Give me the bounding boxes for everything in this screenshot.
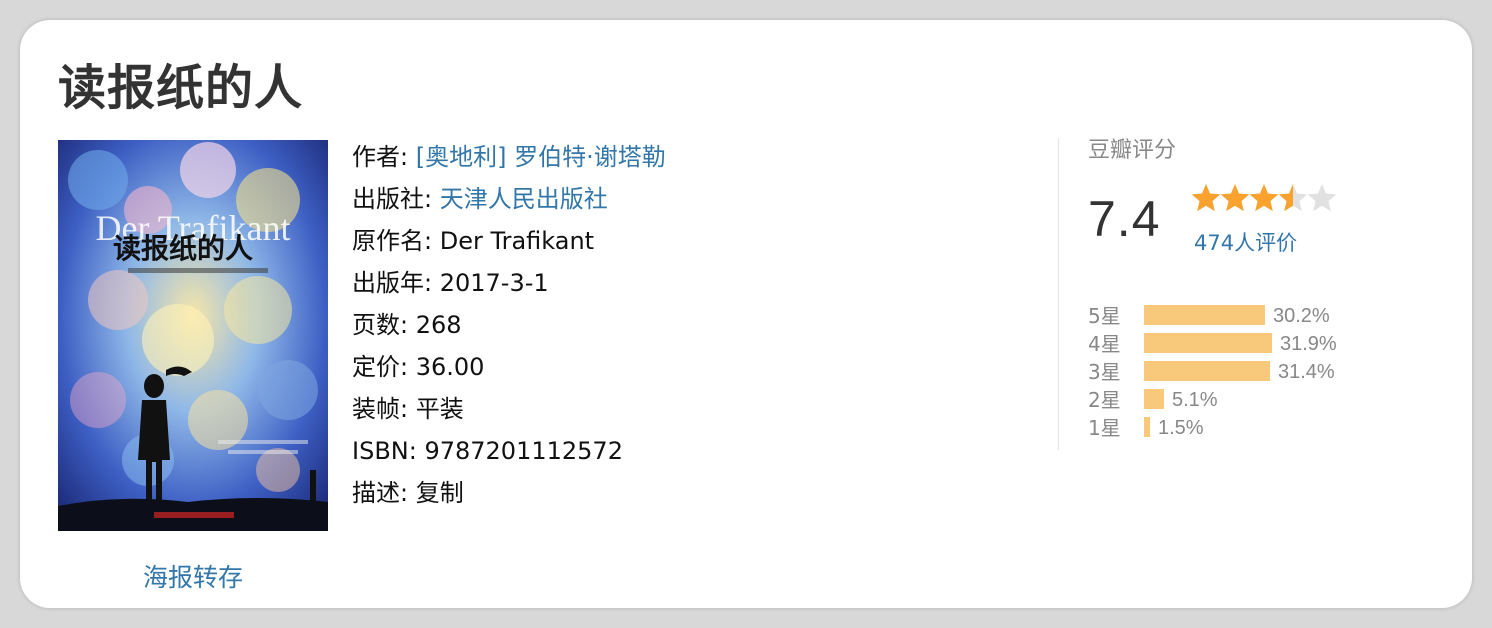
distribution-bar — [1144, 333, 1272, 353]
publisher-label: 出版社: — [352, 185, 440, 213]
star-icon — [1220, 184, 1250, 212]
info-original-title: 原作名: Der Trafikant — [352, 220, 666, 262]
distribution-percent: 31.9% — [1280, 333, 1337, 355]
distribution-percent: 31.4% — [1278, 361, 1335, 383]
isbn-value: 9787201112572 — [424, 437, 623, 465]
binding-label: 装帧: — [352, 395, 416, 423]
book-info: 作者: [奥地利] 罗伯特·谢塔勒 出版社: 天津人民出版社 原作名: Der … — [352, 136, 666, 514]
raters-count-link[interactable]: 474人评价 — [1194, 227, 1297, 257]
copy-button[interactable]: 复制 — [416, 479, 464, 507]
star-rating — [1192, 184, 1337, 212]
distribution-percent: 5.1% — [1172, 389, 1218, 411]
info-pages: 页数: 268 — [352, 304, 666, 346]
original-title-label: 原作名: — [352, 227, 440, 255]
distribution-label: 2星 — [1088, 388, 1121, 412]
distribution-bar — [1144, 361, 1270, 381]
info-description: 描述: 复制 — [352, 472, 666, 514]
star-icon — [1249, 184, 1279, 212]
distribution-label: 3星 — [1088, 360, 1121, 384]
section-divider — [1058, 138, 1059, 450]
year-value: 2017-3-1 — [439, 269, 549, 297]
distribution-bar — [1144, 389, 1164, 409]
rating-label: 豆瓣评分 — [1088, 138, 1177, 163]
publisher-link[interactable]: 天津人民出版社 — [440, 185, 608, 213]
star-icon — [1278, 184, 1308, 212]
distribution-label: 5星 — [1088, 304, 1121, 328]
rating-score: 7.4 — [1088, 191, 1161, 247]
author-link[interactable]: [奥地利] 罗伯特·谢塔勒 — [416, 143, 666, 171]
info-isbn: ISBN: 9787201112572 — [352, 430, 666, 472]
distribution-percent: 1.5% — [1158, 417, 1204, 439]
star-icon — [1307, 184, 1337, 212]
binding-value: 平装 — [415, 395, 464, 423]
year-label: 出版年: — [352, 269, 440, 297]
price-label: 定价: — [352, 353, 416, 381]
pages-value: 268 — [415, 311, 462, 339]
original-title-value: Der Trafikant — [439, 227, 595, 255]
description-label: 描述: — [352, 479, 416, 507]
rating-panel: 豆瓣评分 7.4 474人评价 5星 30.2% 4星 31.9% 3星 31.4% 2星 5… — [1088, 132, 1337, 440]
star-icon — [1192, 184, 1221, 212]
distribution-bar — [1144, 305, 1265, 325]
cover-chinese-title: 读报纸的人 — [113, 232, 253, 265]
info-price: 定价: 36.00 — [352, 346, 666, 388]
info-year: 出版年: 2017-3-1 — [352, 262, 666, 304]
price-value: 36.00 — [415, 353, 485, 381]
info-author: 作者: [奥地利] 罗伯特·谢塔勒 — [352, 136, 666, 178]
poster-save-link[interactable]: 海报转存 — [58, 558, 328, 594]
distribution-label: 1星 — [1088, 416, 1121, 440]
distribution-label: 4星 — [1088, 332, 1121, 356]
book-cover-image[interactable]: Der Trafikant 读报纸的人 — [58, 140, 328, 531]
info-publisher: 出版社: 天津人民出版社 — [352, 178, 666, 220]
isbn-label: ISBN: — [352, 437, 425, 465]
distribution-percent: 30.2% — [1273, 305, 1330, 327]
book-card: 读报纸的人 Der Trafikant 读报纸的人 海报转存 作者: [奥地利]… — [20, 20, 1472, 608]
info-binding: 装帧: 平装 — [352, 388, 666, 430]
book-title: 读报纸的人 — [58, 60, 304, 116]
pages-label: 页数: — [352, 311, 416, 339]
author-label: 作者: — [352, 143, 416, 171]
distribution-bar — [1144, 417, 1150, 437]
